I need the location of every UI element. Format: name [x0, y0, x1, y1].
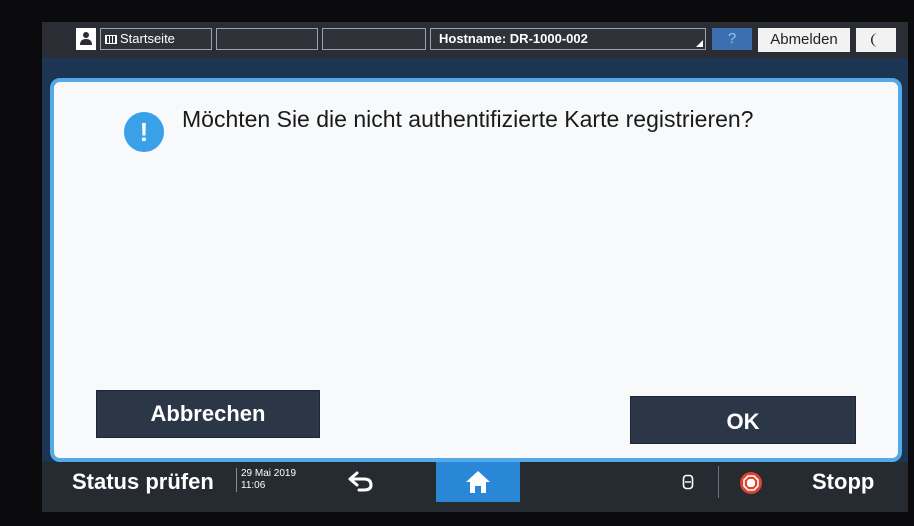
logout-button[interactable]: Abmelden	[758, 28, 850, 52]
counter-icon	[682, 474, 694, 490]
help-button[interactable]: ?	[712, 28, 752, 50]
date-label: 29 Mai 2019	[241, 468, 297, 479]
bottom-bar: Status prüfen 29 Mai 2019 11:06 Stopp	[42, 462, 908, 512]
confirm-dialog: ! Möchten Sie die nicht authentifizierte…	[50, 78, 902, 462]
hostname-field[interactable]: Hostname: DR-1000-002	[430, 28, 706, 50]
cancel-button[interactable]: Abbrechen	[96, 390, 320, 438]
stop-button[interactable]: Stopp	[812, 462, 874, 502]
shortcut-slot-2[interactable]	[322, 28, 426, 50]
ok-button[interactable]: OK	[630, 396, 856, 444]
home-grid-icon	[105, 35, 117, 44]
user-icon	[80, 32, 92, 45]
hostname-label: Hostname: DR-1000-002	[439, 31, 588, 46]
top-bar: Startseite Hostname: DR-1000-002 ? Abmel…	[42, 22, 908, 58]
home-button[interactable]	[436, 462, 520, 502]
device-screen: Startseite Hostname: DR-1000-002 ? Abmel…	[42, 22, 908, 512]
date-time: 29 Mai 2019 11:06	[236, 468, 296, 492]
info-icon: !	[124, 112, 164, 152]
user-button[interactable]	[76, 28, 96, 50]
dialog-message: Möchten Sie die nicht authentifizierte K…	[182, 106, 754, 132]
status-check-button[interactable]: Status prüfen	[72, 462, 214, 502]
home-icon	[466, 471, 490, 493]
back-button[interactable]	[348, 470, 374, 497]
shortcut-slot-1[interactable]	[216, 28, 318, 50]
time-label: 11:06	[241, 480, 266, 491]
moon-icon	[871, 33, 878, 47]
stop-icon[interactable]	[740, 472, 762, 494]
divider	[718, 466, 719, 498]
startseite-button[interactable]: Startseite	[100, 28, 212, 50]
energy-saver-button[interactable]	[856, 28, 896, 52]
startseite-label: Startseite	[120, 31, 175, 46]
back-arrow-icon	[348, 471, 373, 492]
expand-corner-icon	[696, 40, 703, 47]
counter-button[interactable]	[682, 474, 694, 495]
